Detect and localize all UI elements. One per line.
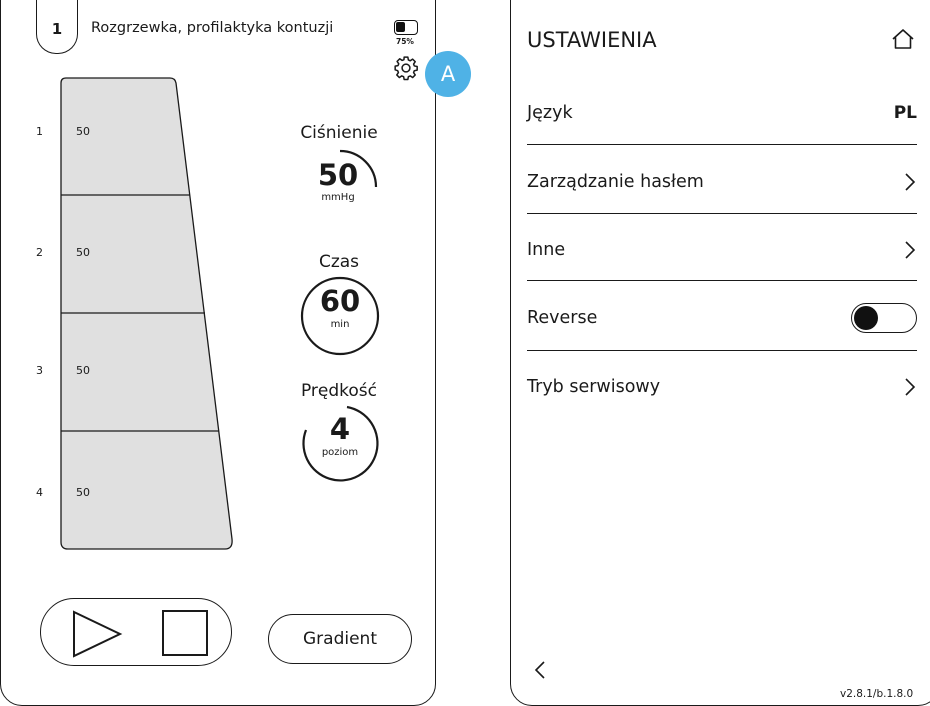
play-icon[interactable]: [72, 610, 124, 658]
battery-icon: [394, 20, 418, 35]
program-title: Rozgrzewka, profilaktyka kontuzji: [91, 20, 334, 36]
divider: [527, 280, 917, 282]
time-label: Czas: [318, 252, 360, 272]
chevron-right-icon: [905, 173, 916, 191]
chevron-right-icon: [905, 378, 916, 396]
home-icon[interactable]: [891, 28, 915, 50]
section-columns: [60, 77, 233, 550]
pressure-label: Ciśnienie: [300, 123, 378, 143]
pressure-unit: mmHg: [321, 192, 355, 203]
section-index: 2: [36, 246, 43, 259]
speed-unit: poziom: [321, 447, 359, 458]
language-value: PL: [893, 103, 917, 123]
speed-value[interactable]: 4: [300, 412, 380, 446]
stop-icon[interactable]: [161, 609, 209, 657]
settings-item-language[interactable]: Język PL: [527, 98, 917, 128]
back-chevron-icon[interactable]: [533, 659, 547, 681]
settings-item-label: Reverse: [527, 308, 598, 328]
time-value[interactable]: 60: [300, 284, 380, 318]
user-avatar[interactable]: A: [425, 51, 471, 97]
section-value[interactable]: 50: [76, 486, 90, 499]
gear-icon[interactable]: [393, 55, 419, 81]
chevron-right-icon: [905, 241, 916, 259]
battery-percent: 75%: [396, 37, 414, 46]
divider: [527, 213, 917, 215]
divider: [527, 144, 917, 146]
speed-label: Prędkość: [300, 381, 378, 401]
settings-item-password[interactable]: Zarządzanie hasłem: [527, 167, 917, 197]
settings-item-label: Inne: [527, 240, 566, 260]
section-value[interactable]: 50: [76, 125, 90, 138]
section-index: 1: [36, 125, 43, 138]
settings-item-service-mode[interactable]: Tryb serwisowy: [527, 372, 917, 402]
divider: [527, 350, 917, 352]
reverse-toggle[interactable]: [851, 303, 917, 333]
settings-item-label: Zarządzanie hasłem: [527, 172, 704, 192]
settings-item-label: Język: [527, 103, 573, 123]
pressure-value[interactable]: 50: [298, 158, 378, 192]
settings-title: USTAWIENIA: [527, 28, 657, 52]
program-number: 1: [51, 19, 63, 38]
settings-item-other[interactable]: Inne: [527, 235, 917, 265]
settings-item-label: Tryb serwisowy: [527, 377, 661, 397]
settings-item-reverse: Reverse: [527, 303, 917, 333]
program-number-badge[interactable]: 1: [36, 0, 78, 54]
section-value[interactable]: 50: [76, 246, 90, 259]
section-index: 3: [36, 364, 43, 377]
section-value[interactable]: 50: [76, 364, 90, 377]
gradient-button[interactable]: Gradient: [268, 614, 412, 664]
time-unit: min: [330, 319, 350, 330]
section-index: 4: [36, 486, 43, 499]
version-label: v2.8.1/b.1.8.0: [840, 688, 914, 700]
